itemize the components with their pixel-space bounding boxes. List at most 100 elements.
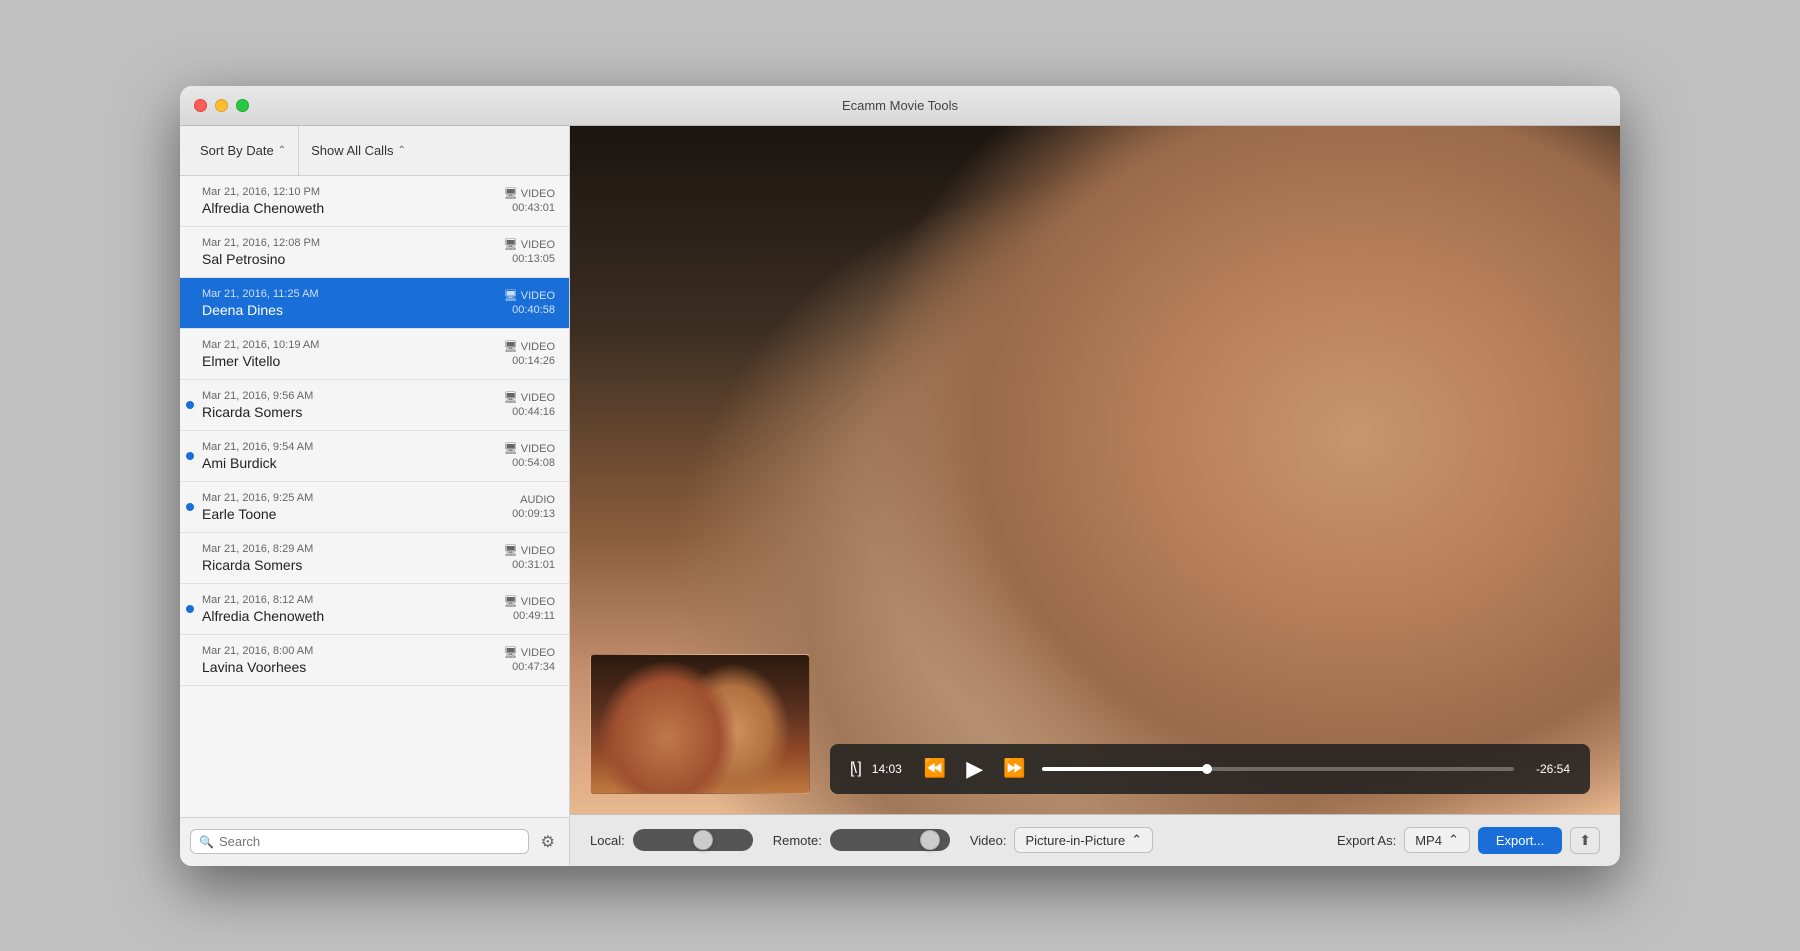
call-item-6[interactable]: Mar 21, 2016, 9:54 AM Ami Burdick 🖥 VIDE… — [180, 431, 569, 482]
video-main[interactable]: [\ ] 14:03 ⏪ ▶ ⏩ -26:54 — [570, 126, 1620, 814]
export-button[interactable]: Export... — [1478, 827, 1562, 854]
video-icon-9: 🖥 — [504, 595, 518, 608]
call-info-10: Mar 21, 2016, 8:00 AM Lavina Voorhees — [202, 645, 504, 675]
maximize-button[interactable] — [236, 99, 249, 112]
call-name-4: Elmer Vitello — [202, 353, 504, 369]
pip-people-overlay — [591, 655, 809, 793]
call-name-8: Ricarda Somers — [202, 557, 504, 573]
call-date-3: Mar 21, 2016, 11:25 AM — [202, 288, 504, 300]
call-duration-9: 00:49:11 — [513, 610, 555, 622]
fast-forward-button[interactable]: ⏩ — [999, 756, 1029, 781]
call-name-6: Ami Burdick — [202, 455, 504, 471]
search-input-wrap: 🔍 — [190, 829, 529, 854]
video-mode-select[interactable]: Picture-in-Picture ⌃ — [1014, 827, 1153, 853]
call-name-1: Alfredia Chenoweth — [202, 200, 504, 216]
call-item-7[interactable]: Mar 21, 2016, 9:25 AM Earle Toone AUDIO … — [180, 482, 569, 533]
call-date-7: Mar 21, 2016, 9:25 AM — [202, 492, 512, 504]
video-mode-group: Video: Picture-in-Picture ⌃ — [970, 827, 1153, 853]
call-date-8: Mar 21, 2016, 8:29 AM — [202, 543, 504, 555]
call-type-4: 🖥 VIDEO — [504, 340, 555, 353]
call-duration-4: 00:14:26 — [512, 355, 555, 367]
call-date-10: Mar 21, 2016, 8:00 AM — [202, 645, 504, 657]
video-background: [\ ] 14:03 ⏪ ▶ ⏩ -26:54 — [570, 126, 1620, 814]
bracket-icon: [\ ] — [850, 760, 860, 778]
search-input[interactable] — [219, 834, 520, 849]
unread-dot-9 — [186, 605, 194, 613]
sidebar-toolbar: Sort By Date ⌃ Show All Calls ⌃ — [180, 126, 569, 176]
video-mode-value: Picture-in-Picture — [1025, 833, 1125, 848]
window-title: Ecamm Movie Tools — [842, 98, 958, 113]
call-name-7: Earle Toone — [202, 506, 512, 522]
call-type-1: 🖥 VIDEO — [504, 187, 555, 200]
call-name-9: Alfredia Chenoweth — [202, 608, 504, 624]
call-name-3: Deena Dines — [202, 302, 504, 318]
call-name-5: Ricarda Somers — [202, 404, 504, 420]
gear-button[interactable]: ⚙ — [537, 828, 559, 856]
call-meta-7: AUDIO 00:09:13 — [512, 494, 555, 520]
export-format-value: MP4 — [1415, 833, 1442, 848]
video-icon-5: 🖥 — [504, 391, 518, 404]
video-icon-10: 🖥 — [504, 646, 518, 659]
call-info-2: Mar 21, 2016, 12:08 PM Sal Petrosino — [202, 237, 504, 267]
call-info-4: Mar 21, 2016, 10:19 AM Elmer Vitello — [202, 339, 504, 369]
unread-dot-5 — [186, 401, 194, 409]
play-button[interactable]: ▶ — [962, 754, 987, 784]
call-duration-5: 00:44:16 — [512, 406, 555, 418]
close-button[interactable] — [194, 99, 207, 112]
call-meta-2: 🖥 VIDEO 00:13:05 — [504, 238, 555, 265]
call-duration-3: 00:40:58 — [512, 304, 555, 316]
call-type-9: 🖥 VIDEO — [504, 595, 555, 608]
call-type-7: AUDIO — [520, 494, 555, 506]
call-list: Mar 21, 2016, 12:10 PM Alfredia Chenowet… — [180, 176, 569, 817]
video-icon-8: 🖥 — [504, 544, 518, 557]
video-icon-1: 🖥 — [504, 187, 518, 200]
local-label: Local: — [590, 833, 625, 848]
sort-chevron-icon: ⌃ — [278, 145, 286, 156]
playback-controls: [\ ] 14:03 ⏪ ▶ ⏩ -26:54 — [830, 744, 1590, 794]
call-item-10[interactable]: Mar 21, 2016, 8:00 AM Lavina Voorhees 🖥 … — [180, 635, 569, 686]
share-button[interactable]: ⬆ — [1570, 827, 1600, 854]
call-duration-7: 00:09:13 — [512, 508, 555, 520]
call-meta-1: 🖥 VIDEO 00:43:01 — [504, 187, 555, 214]
call-info-9: Mar 21, 2016, 8:12 AM Alfredia Chenoweth — [202, 594, 504, 624]
call-type-6: 🖥 VIDEO — [504, 442, 555, 455]
call-date-4: Mar 21, 2016, 10:19 AM — [202, 339, 504, 351]
call-date-9: Mar 21, 2016, 8:12 AM — [202, 594, 504, 606]
export-group: Export As: MP4 ⌃ Export... ⬆ — [1337, 827, 1600, 854]
local-volume-group: Local: — [590, 829, 753, 851]
call-item-1[interactable]: Mar 21, 2016, 12:10 PM Alfredia Chenowet… — [180, 176, 569, 227]
progress-bar[interactable] — [1042, 767, 1514, 771]
call-item-5[interactable]: Mar 21, 2016, 9:56 AM Ricarda Somers 🖥 V… — [180, 380, 569, 431]
call-item-3[interactable]: Mar 21, 2016, 11:25 AM Deena Dines 🖥 VID… — [180, 278, 569, 329]
call-item-8[interactable]: Mar 21, 2016, 8:29 AM Ricarda Somers 🖥 V… — [180, 533, 569, 584]
show-all-calls-button[interactable]: Show All Calls ⌃ — [299, 126, 418, 175]
export-format-select[interactable]: MP4 ⌃ — [1404, 827, 1470, 853]
call-item-2[interactable]: Mar 21, 2016, 12:08 PM Sal Petrosino 🖥 V… — [180, 227, 569, 278]
call-info-6: Mar 21, 2016, 9:54 AM Ami Burdick — [202, 441, 504, 471]
call-name-10: Lavina Voorhees — [202, 659, 504, 675]
export-label: Export As: — [1337, 833, 1396, 848]
call-duration-1: 00:43:01 — [512, 202, 555, 214]
call-meta-6: 🖥 VIDEO 00:54:08 — [504, 442, 555, 469]
call-duration-6: 00:54:08 — [512, 457, 555, 469]
call-meta-5: 🖥 VIDEO 00:44:16 — [504, 391, 555, 418]
remote-volume-group: Remote: — [773, 829, 950, 851]
call-date-6: Mar 21, 2016, 9:54 AM — [202, 441, 504, 453]
call-item-9[interactable]: Mar 21, 2016, 8:12 AM Alfredia Chenoweth… — [180, 584, 569, 635]
call-meta-9: 🖥 VIDEO 00:49:11 — [504, 595, 555, 622]
call-duration-10: 00:47:34 — [512, 661, 555, 673]
call-info-5: Mar 21, 2016, 9:56 AM Ricarda Somers — [202, 390, 504, 420]
minimize-button[interactable] — [215, 99, 228, 112]
local-volume-slider[interactable] — [633, 829, 753, 851]
search-icon: 🔍 — [199, 835, 214, 849]
time-remaining: -26:54 — [1526, 762, 1570, 776]
video-icon-2: 🖥 — [504, 238, 518, 251]
call-item-4[interactable]: Mar 21, 2016, 10:19 AM Elmer Vitello 🖥 V… — [180, 329, 569, 380]
remote-label: Remote: — [773, 833, 822, 848]
video-icon-6: 🖥 — [504, 442, 518, 455]
sort-by-date-button[interactable]: Sort By Date ⌃ — [188, 126, 299, 175]
unread-dot-6 — [186, 452, 194, 460]
progress-dot — [1202, 764, 1212, 774]
rewind-button[interactable]: ⏪ — [920, 756, 950, 781]
remote-volume-slider[interactable] — [830, 829, 950, 851]
